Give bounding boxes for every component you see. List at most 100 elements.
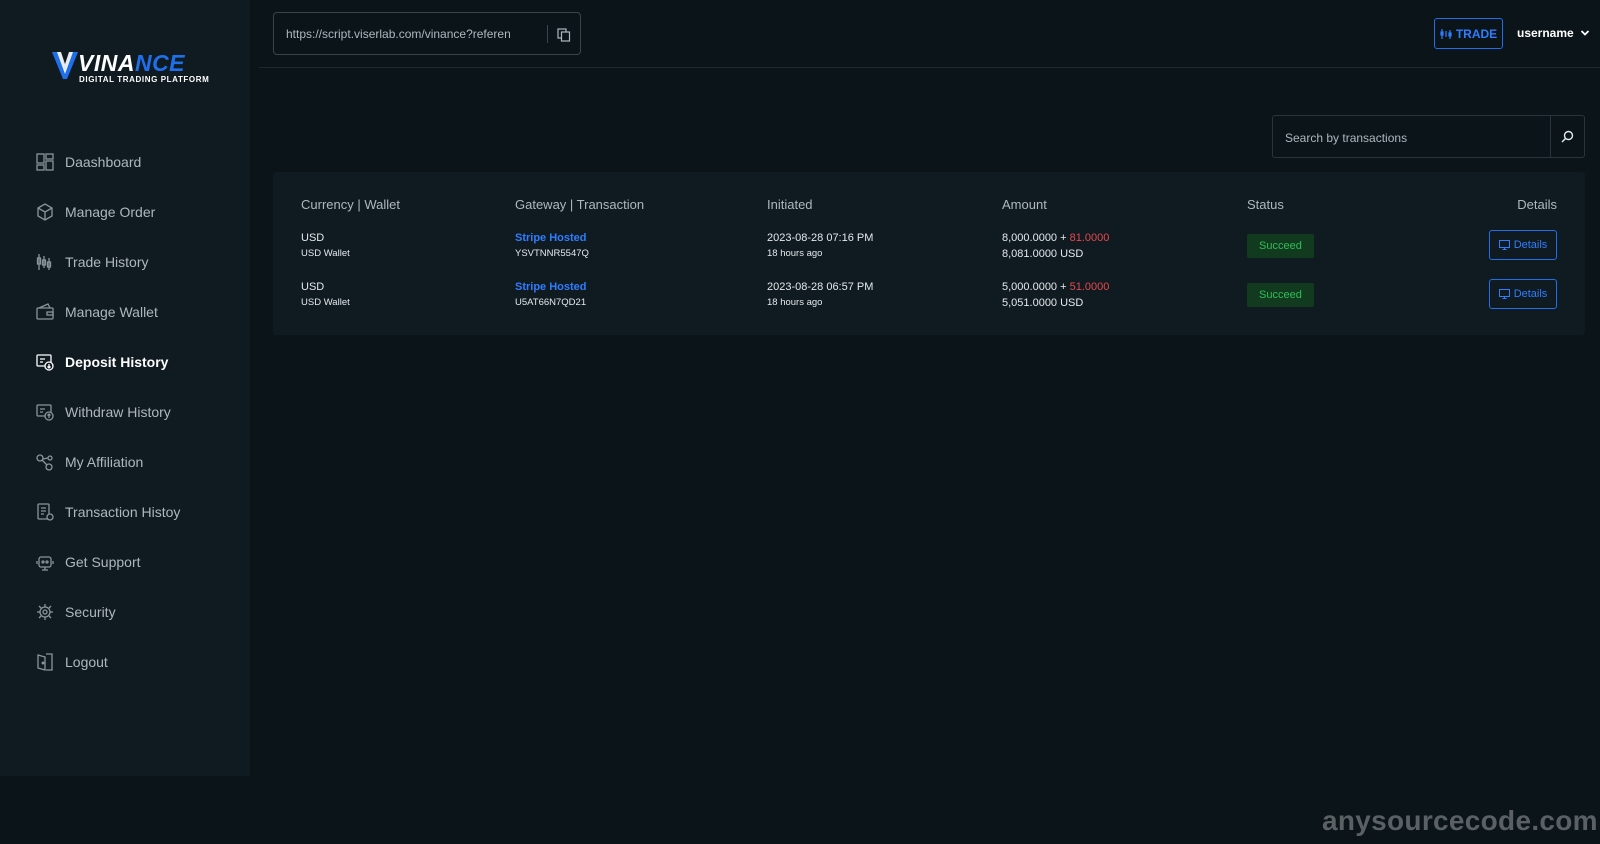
total-amount: 5,051.0000 USD [1002, 297, 1084, 309]
details-button[interactable]: Details [1489, 279, 1557, 309]
amount: 5,000.0000 + [1002, 281, 1067, 293]
initiated-date: 2023-08-28 07:16 PM [767, 232, 874, 244]
amount-line: 5,000.0000 + 51.0000 [1002, 279, 1109, 295]
sidebar-item-label: Transaction Histoy [65, 504, 181, 520]
top-bar: TRADE username [259, 0, 1600, 68]
sidebar-item-deposit-history[interactable]: Deposit History [0, 337, 250, 387]
transaction-id: YSVTNNR5547Q [515, 248, 589, 259]
sidebar-item-trade-history[interactable]: Trade History [0, 237, 250, 287]
brand-name: VINANCE [78, 50, 186, 76]
charge: 81.0000 [1069, 232, 1110, 244]
trade-button[interactable]: TRADE [1434, 18, 1503, 49]
gateway-name: Stripe Hosted [515, 232, 587, 244]
withdraw-icon [36, 404, 54, 421]
details-button-label: Details [1513, 239, 1548, 251]
sidebar-item-label: Get Support [65, 554, 141, 570]
currency-cell: USD USD Wallet [301, 279, 350, 311]
column-header-status: Status [1247, 197, 1284, 212]
brand-tagline: DIGITAL TRADING PLATFORM [79, 75, 210, 84]
currency-cell: USD USD Wallet [301, 230, 350, 262]
security-icon [37, 604, 53, 620]
gateway-name: Stripe Hosted [515, 281, 587, 293]
referral-link-input[interactable] [286, 25, 510, 43]
copy-icon [557, 28, 571, 42]
sidebar-item-label: Logout [65, 654, 108, 670]
search-icon [1561, 130, 1574, 143]
search-input[interactable] [1285, 129, 1545, 147]
initiated-cell: 2023-08-28 07:16 PM 18 hours ago [767, 230, 873, 262]
status-badge: Succeed [1247, 234, 1314, 258]
logo-v-icon [52, 52, 78, 79]
sidebar-item-label: Trade History [65, 254, 149, 270]
amount-line: 8,000.0000 + 81.0000 [1002, 230, 1109, 246]
sidebar-item-withdraw-history[interactable]: Withdraw History [0, 387, 250, 437]
deposit-icon [36, 354, 54, 371]
sidebar-item-logout[interactable]: Logout [0, 637, 250, 687]
sidebar-item-label: My Affiliation [65, 454, 144, 470]
table-row: USD USD Wallet Stripe Hosted U5AT66N7QD2… [273, 279, 1585, 327]
sidebar-item-manage-order[interactable]: Manage Order [0, 187, 250, 237]
sidebar-nav: Daashboard Manage Order Trade History Ma… [0, 137, 250, 687]
logout-icon [37, 653, 53, 671]
chevron-down-icon [1580, 30, 1589, 36]
copy-link-button[interactable] [554, 25, 574, 45]
sidebar-item-label: Daashboard [65, 154, 142, 170]
transaction-icon [37, 503, 54, 521]
order-box-icon [37, 203, 53, 221]
column-header-details: Details [1517, 197, 1557, 212]
referral-link-box [273, 12, 581, 55]
wallet: USD Wallet [301, 297, 350, 308]
deposit-history-table: Currency | Wallet Gateway | Transaction … [273, 172, 1585, 335]
watermark: anysourcecode.com [1322, 805, 1598, 836]
amount-cell: 8,000.0000 + 81.0000 8,081.0000 USD [1002, 230, 1109, 262]
user-menu[interactable]: username [1517, 26, 1590, 40]
dashboard-icon [36, 153, 54, 171]
sidebar-item-get-support[interactable]: Get Support [0, 537, 250, 587]
sidebar-item-label: Security [65, 604, 116, 620]
gateway-cell: Stripe Hosted YSVTNNR5547Q [515, 230, 589, 262]
currency: USD [301, 281, 325, 293]
username: username [1517, 26, 1574, 40]
desktop-icon [1498, 240, 1510, 250]
sidebar-item-label: Deposit History [65, 354, 169, 370]
trade-button-label: TRADE [1455, 26, 1498, 41]
desktop-icon [1498, 289, 1510, 299]
transaction-search [1272, 115, 1585, 158]
support-icon [36, 556, 54, 571]
transaction-id: U5AT66N7QD21 [515, 297, 587, 308]
initiated-ago: 18 hours ago [767, 297, 823, 308]
brand-logo[interactable]: VINANCE DIGITAL TRADING PLATFORM [52, 48, 209, 88]
sidebar-item-label: Manage Order [65, 204, 156, 220]
candlestick-icon [36, 254, 52, 270]
initiated-ago: 18 hours ago [767, 248, 823, 259]
initiated-cell: 2023-08-28 06:57 PM 18 hours ago [767, 279, 873, 311]
divider [547, 25, 548, 43]
status-badge: Succeed [1247, 283, 1314, 307]
sidebar: VINANCE DIGITAL TRADING PLATFORM Daashbo… [0, 0, 250, 776]
amount-cell: 5,000.0000 + 51.0000 5,051.0000 USD [1002, 279, 1109, 311]
sidebar-item-my-affiliation[interactable]: My Affiliation [0, 437, 250, 487]
charge: 51.0000 [1069, 281, 1110, 293]
sidebar-item-dashboard[interactable]: Daashboard [0, 137, 250, 187]
details-button-label: Details [1513, 288, 1548, 300]
amount: 8,000.0000 + [1002, 232, 1067, 244]
gateway-cell: Stripe Hosted U5AT66N7QD21 [515, 279, 587, 311]
sidebar-item-security[interactable]: Security [0, 587, 250, 637]
sidebar-item-transaction-history[interactable]: Transaction Histoy [0, 487, 250, 537]
column-header-gateway: Gateway | Transaction [515, 197, 645, 212]
trade-chart-icon [1440, 28, 1452, 39]
sidebar-item-label: Manage Wallet [65, 304, 158, 320]
total-amount: 8,081.0000 USD [1002, 248, 1084, 260]
initiated-date: 2023-08-28 06:57 PM [767, 281, 874, 293]
wallet: USD Wallet [301, 248, 350, 259]
affiliation-icon [36, 454, 53, 471]
table-row: USD USD Wallet Stripe Hosted YSVTNNR5547… [273, 230, 1585, 278]
search-button[interactable] [1550, 116, 1584, 157]
column-header-initiated: Initiated [767, 197, 813, 212]
currency: USD [301, 232, 325, 244]
wallet-icon [36, 303, 54, 320]
sidebar-item-manage-wallet[interactable]: Manage Wallet [0, 287, 250, 337]
column-header-amount: Amount [1002, 197, 1047, 212]
details-button[interactable]: Details [1489, 230, 1557, 260]
sidebar-item-label: Withdraw History [65, 404, 171, 420]
